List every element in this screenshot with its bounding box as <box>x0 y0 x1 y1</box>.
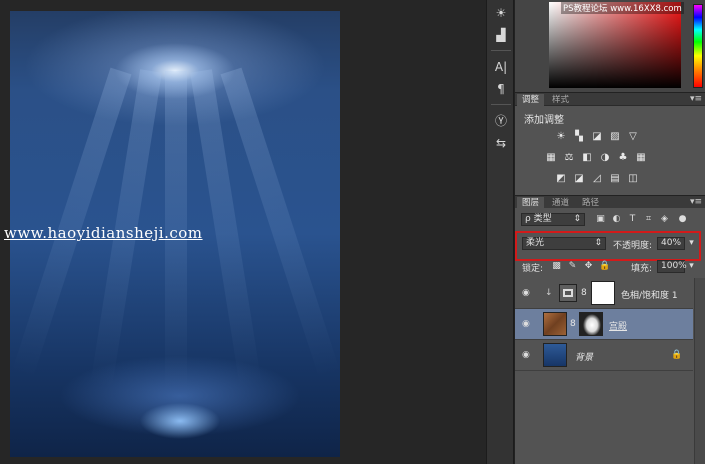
threshold-icon[interactable]: ◿ <box>591 173 603 184</box>
filter-smart-icon[interactable]: ◈ <box>659 214 670 225</box>
chain-link-icon[interactable]: 8 <box>581 288 587 298</box>
layer-mask-thumbnail[interactable] <box>579 312 603 336</box>
lock-image-icon[interactable]: ✎ <box>567 261 578 272</box>
palace-layer-thumbnail[interactable] <box>543 312 567 336</box>
color-watermark: PS教程论坛 www.16XX8.com <box>561 2 684 14</box>
layers-scrollbar[interactable] <box>694 278 705 464</box>
hue-saturation-icon[interactable]: ▦ <box>545 152 557 163</box>
brightness-contrast-icon[interactable]: ☀ <box>555 131 567 142</box>
panel-icon-column: ☀ ▟ A| ¶ Ⓨ ⇆ <box>486 0 514 464</box>
fill-input[interactable]: 100% <box>657 260 687 273</box>
layers-panel: ρ 类型 ⇕ ▣ ◐ T ⌗ ◈ ● 柔光 ⇕ 不透明度: 40% ▾ 锁定: … <box>515 208 705 464</box>
character-icon[interactable]: A| <box>492 58 510 76</box>
tab-styles[interactable]: 样式 <box>547 94 574 106</box>
lock-all-icon[interactable]: 🔒 <box>599 261 610 272</box>
selective-color-icon[interactable]: ◫ <box>627 173 639 184</box>
opacity-dropdown-icon[interactable]: ▾ <box>686 238 697 249</box>
posterize-icon[interactable]: ◪ <box>573 173 585 184</box>
color-balance-icon[interactable]: ⚖ <box>563 152 575 163</box>
adjust-tabbar: 调整 样式 ▾≡ <box>515 92 705 106</box>
right-panels: PS教程论坛 www.16XX8.com 调整 样式 ▾≡ 添加调整 ☀ ▚ ◪… <box>514 0 705 464</box>
visibility-eye-icon[interactable]: ◉ <box>522 288 533 299</box>
paragraph-icon[interactable]: ¶ <box>492 80 510 98</box>
tool-divider <box>491 104 511 105</box>
tab-adjustments[interactable]: 调整 <box>517 94 545 106</box>
filter-label: ρ 类型 <box>525 214 552 224</box>
invert-icon[interactable]: ◩ <box>555 173 567 184</box>
layers-panel-menu-icon[interactable]: ▾≡ <box>690 197 702 207</box>
visibility-eye-icon[interactable]: ◉ <box>522 319 533 330</box>
color-panel: PS教程论坛 www.16XX8.com <box>515 0 705 92</box>
canvas-area[interactable]: www.haoyidiansheji.com <box>0 0 486 464</box>
adjust-panel-menu-icon[interactable]: ▾≡ <box>690 94 702 104</box>
filter-pixel-icon[interactable]: ▣ <box>595 214 606 225</box>
adjust-title: 添加调整 <box>524 115 564 126</box>
layer-name[interactable]: 宫殿 <box>609 319 627 332</box>
adjustment-glyph-icon <box>563 289 573 297</box>
channel-mixer-icon[interactable]: ♣ <box>617 152 629 163</box>
tool-preset-icon[interactable]: ⇆ <box>492 134 510 152</box>
adjustments-panel: 添加调整 ☀ ▚ ◪ ▨ ▽ ▦ ⚖ ◧ ◑ ♣ ▦ ◩ ◪ ◿ ▤ ◫ <box>515 107 705 195</box>
filter-type-icon[interactable]: T <box>627 214 638 225</box>
vibrance-icon[interactable]: ▽ <box>627 131 639 142</box>
opacity-label: 不透明度: <box>613 241 653 251</box>
layer-filter-select[interactable]: ρ 类型 ⇕ <box>521 213 585 226</box>
brightness-icon[interactable]: ☀ <box>492 4 510 22</box>
blend-arrow-icon: ⇕ <box>594 238 602 248</box>
hue-slider[interactable] <box>693 4 703 88</box>
chain-link-icon[interactable]: 8 <box>570 319 576 329</box>
layer-row-background[interactable]: ◉ 背景 🔒 <box>515 340 693 371</box>
lock-label: 锁定: <box>522 264 544 274</box>
photo-filter-icon[interactable]: ◑ <box>599 152 611 163</box>
canvas-watermark: www.haoyidiansheji.com <box>4 224 203 242</box>
color-field[interactable] <box>549 2 681 88</box>
clipping-arrow-icon: ↓ <box>545 288 553 298</box>
layer-name[interactable]: 色相/饱和度 1 <box>621 288 678 301</box>
filter-toggle-icon[interactable]: ● <box>677 214 688 225</box>
layers-tabbar: 图层 通道 路径 ▾≡ <box>515 195 705 209</box>
exposure-icon[interactable]: ▨ <box>609 131 621 142</box>
layer-name[interactable]: 背景 <box>575 350 593 363</box>
layer-row-palace[interactable]: ◉ 8 宫殿 <box>515 309 693 340</box>
gradient-map-icon[interactable]: ▤ <box>609 173 621 184</box>
layer-row-hue-saturation[interactable]: ◉ ↓ 8 色相/饱和度 1 <box>515 278 693 309</box>
opacity-input[interactable]: 40% <box>657 237 685 250</box>
lock-position-icon[interactable]: ✥ <box>583 261 594 272</box>
blend-mode-value: 柔光 <box>526 238 545 248</box>
brush-preset-icon[interactable]: Ⓨ <box>492 112 510 130</box>
curves-icon[interactable]: ◪ <box>591 131 603 142</box>
tool-divider <box>491 50 511 51</box>
histogram-icon[interactable]: ▟ <box>492 26 510 44</box>
visibility-eye-icon[interactable]: ◉ <box>522 350 533 361</box>
color-lookup-icon[interactable]: ▦ <box>635 152 647 163</box>
blend-mode-select[interactable]: 柔光 ⇕ <box>522 237 606 250</box>
filter-arrow-icon: ⇕ <box>573 214 581 224</box>
levels-icon[interactable]: ▚ <box>573 131 585 142</box>
lock-icon: 🔒 <box>671 350 683 360</box>
fill-label: 填充: <box>631 264 653 274</box>
layer-mask-thumbnail[interactable] <box>591 281 615 305</box>
adjustment-layer-icon <box>559 284 577 302</box>
background-layer-thumbnail[interactable] <box>543 343 567 367</box>
filter-shape-icon[interactable]: ⌗ <box>643 214 654 225</box>
fill-dropdown-icon[interactable]: ▾ <box>686 261 697 272</box>
lock-transparent-icon[interactable]: ▩ <box>551 261 562 272</box>
filter-adjustment-icon[interactable]: ◐ <box>611 214 622 225</box>
black-white-icon[interactable]: ◧ <box>581 152 593 163</box>
